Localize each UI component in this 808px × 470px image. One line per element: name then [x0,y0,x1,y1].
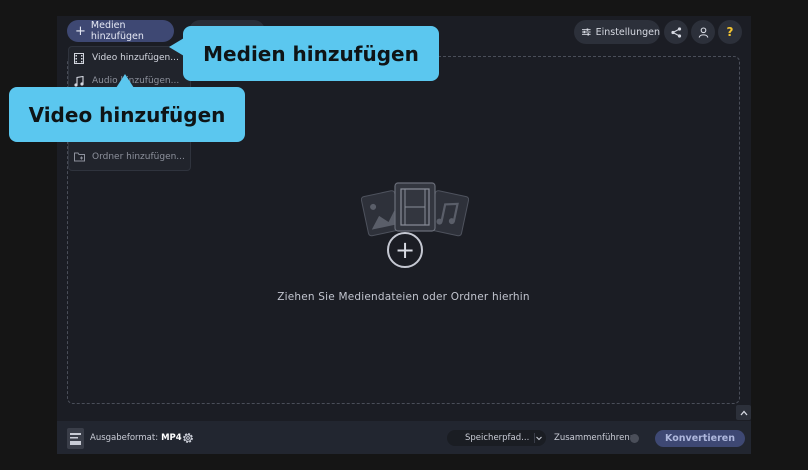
drop-zone-hint: Ziehen Sie Mediendateien oder Ordner hie… [277,291,530,303]
help-icon: ? [726,25,734,39]
tooltip-arrow [116,74,134,88]
format-file-icon[interactable] [67,428,84,449]
tooltip-add-video: Video hinzufügen [9,87,245,142]
convert-button[interactable]: Konvertieren [655,430,745,447]
menu-item-label: Audio hinzufügen... [92,76,180,86]
output-format[interactable]: Ausgabeformat: MP4 [90,433,182,443]
tooltip-arrow [169,38,184,56]
footer-bar: Ausgabeformat: MP4 Speicherpfad... Zusamm… [57,421,751,454]
folder-add-icon [73,151,85,163]
save-path-select[interactable]: Speicherpfad... [447,430,546,446]
settings-button[interactable]: Einstellungen [574,20,660,44]
merge-label: Zusammenführen: [554,433,633,443]
scroll-up-button[interactable] [736,405,751,420]
save-path-label: Speicherpfad... [465,433,530,443]
sliders-icon [582,28,591,36]
chevron-down-icon [534,433,542,443]
share-icon [670,26,681,38]
app-window: + Medien hinzufügen Einstellungen ? + Zi… [57,16,751,454]
settings-label: Einstellungen [595,26,660,38]
output-format-value: MP4 [161,433,182,443]
share-button[interactable] [664,20,688,44]
output-format-label: Ausgabeformat: [90,433,159,443]
music-note-icon [73,75,85,87]
account-button[interactable] [691,20,715,44]
plus-icon: + [75,23,86,39]
format-settings-button[interactable] [181,430,195,449]
user-icon [698,26,708,38]
menu-item-label: Video hinzufügen... [92,53,179,63]
add-media-label: Medien hinzufügen [90,20,144,42]
menu-item-label: Ordner hinzufügen... [92,152,185,162]
menu-item-add-folder[interactable]: Ordner hinzufügen... [69,147,190,167]
merge-toggle[interactable] [630,434,639,443]
tooltip-add-media: Medien hinzufügen [183,26,439,81]
help-button[interactable]: ? [718,20,742,44]
gear-icon [183,433,193,443]
chevron-up-icon [740,410,747,415]
video-file-icon [73,52,85,64]
add-media-button[interactable]: + Medien hinzufügen [67,20,174,42]
add-files-plus-icon[interactable]: + [387,232,423,268]
